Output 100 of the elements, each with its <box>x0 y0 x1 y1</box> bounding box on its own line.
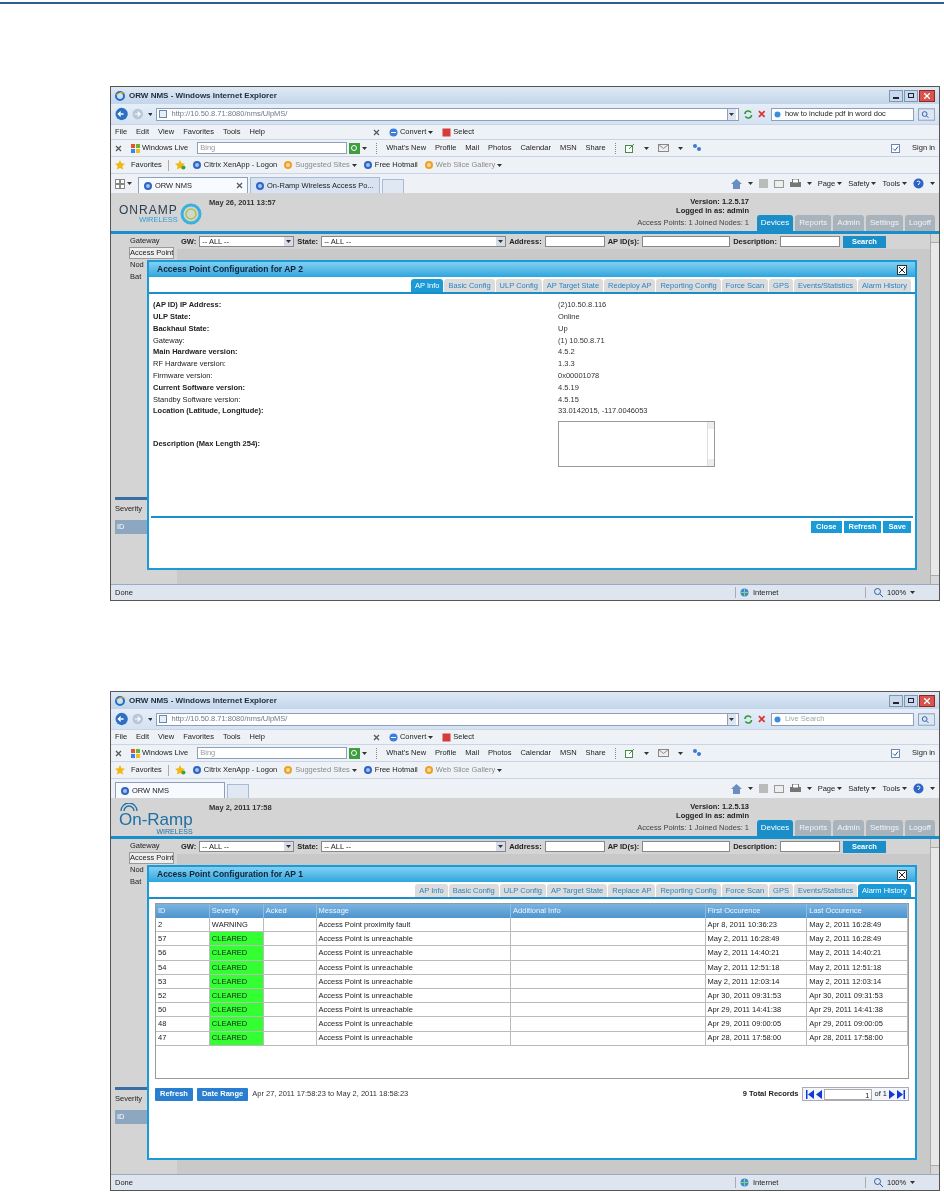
scrollbar[interactable] <box>930 234 939 584</box>
checkbox-icon[interactable] <box>891 748 901 758</box>
scrollbar[interactable] <box>930 839 939 1174</box>
search-icon[interactable] <box>349 142 361 154</box>
minimize-button[interactable] <box>889 694 903 707</box>
share-icon[interactable] <box>624 143 635 153</box>
dialog-title: Access Point Configuration for AP 1 <box>157 868 303 881</box>
caret-icon <box>127 182 132 185</box>
stop-icon[interactable] <box>757 109 767 119</box>
ie-icon <box>255 180 265 191</box>
mail-icon[interactable] <box>773 179 784 188</box>
ap-id-input[interactable] <box>642 236 731 247</box>
next-page-icon[interactable] <box>889 1089 895 1099</box>
globe-icon <box>740 588 749 597</box>
restore-button[interactable] <box>904 89 918 102</box>
search-provider-icon <box>773 715 781 723</box>
nav-tab[interactable]: Devices <box>756 215 794 231</box>
caret-icon <box>643 751 649 755</box>
first-page-icon[interactable] <box>806 1089 815 1099</box>
zoom-icon[interactable] <box>874 1178 883 1187</box>
ap-id-input[interactable] <box>642 841 731 852</box>
logo-text: On-Ramp <box>119 811 193 828</box>
description-input[interactable] <box>779 841 840 852</box>
close-icon <box>899 266 905 273</box>
address-input[interactable] <box>544 236 605 247</box>
caret-icon <box>498 845 504 848</box>
mail-icon[interactable] <box>657 144 669 152</box>
caret-icon <box>147 717 153 721</box>
caret-icon <box>930 182 935 185</box>
add-favorite-icon[interactable] <box>174 160 186 170</box>
mail-icon[interactable] <box>773 784 784 793</box>
select-icon <box>442 127 452 137</box>
caret-icon <box>871 787 877 790</box>
close-icon[interactable] <box>372 733 380 741</box>
printer-icon[interactable] <box>789 783 801 794</box>
caret-icon <box>729 717 735 721</box>
description-input[interactable] <box>779 236 840 247</box>
search-provider-icon <box>773 110 781 118</box>
close-icon[interactable] <box>236 182 243 189</box>
printer-icon[interactable] <box>789 178 801 189</box>
stop-icon[interactable] <box>757 714 767 724</box>
page-icon <box>191 160 202 170</box>
caret-icon <box>677 146 683 150</box>
restore-button[interactable] <box>904 694 918 707</box>
back-icon[interactable] <box>115 712 129 726</box>
caret-icon <box>677 751 683 755</box>
quick-tabs-icon[interactable] <box>115 178 125 189</box>
search-icon[interactable] <box>349 747 361 759</box>
windows-flag-icon <box>131 143 140 153</box>
caret-icon <box>902 182 907 185</box>
window-title: ORW NMS - Windows Internet Explorer <box>129 694 277 707</box>
description-textarea[interactable] <box>558 420 715 467</box>
page-icon <box>283 160 294 170</box>
close-icon <box>899 871 905 878</box>
caret-icon <box>747 787 753 790</box>
refresh-icon[interactable] <box>742 713 754 725</box>
caret-icon <box>837 787 843 790</box>
close-button[interactable] <box>897 869 907 880</box>
ie-icon <box>115 695 125 706</box>
address-input[interactable] <box>544 841 605 852</box>
refresh-icon[interactable] <box>742 108 754 120</box>
share-icon[interactable] <box>624 748 635 758</box>
nav-tab[interactable]: Devices <box>756 820 794 836</box>
close-button[interactable] <box>897 264 907 275</box>
signal-waves-icon <box>119 803 139 811</box>
close-button[interactable] <box>919 694 935 707</box>
close-icon <box>924 92 930 99</box>
page-icon <box>423 765 434 775</box>
caret-icon <box>286 845 292 848</box>
back-icon[interactable] <box>115 107 129 121</box>
people-icon[interactable] <box>691 748 702 758</box>
home-icon[interactable] <box>730 783 742 794</box>
mail-icon[interactable] <box>657 749 669 757</box>
last-page-icon[interactable] <box>897 1089 905 1099</box>
caret-icon <box>837 182 843 185</box>
help-icon[interactable] <box>913 783 924 794</box>
globe-icon <box>740 1178 749 1187</box>
select-icon <box>442 732 452 742</box>
caret-icon <box>643 146 649 150</box>
caret-icon <box>362 751 368 755</box>
logo-text: ONRAMP <box>119 204 178 217</box>
minimize-button[interactable] <box>889 89 903 102</box>
close-button[interactable] <box>919 89 935 102</box>
people-icon[interactable] <box>691 143 702 153</box>
dialog-title: Access Point Configuration for AP 2 <box>157 263 303 276</box>
close-icon[interactable] <box>372 128 380 136</box>
home-icon[interactable] <box>730 178 742 189</box>
caret-icon <box>747 182 753 185</box>
close-icon[interactable] <box>115 144 122 152</box>
search-icon[interactable] <box>917 712 935 726</box>
add-favorite-icon[interactable] <box>174 765 186 775</box>
close-icon[interactable] <box>115 749 122 757</box>
search-icon[interactable] <box>917 107 935 121</box>
page-icon <box>362 160 373 170</box>
zoom-icon[interactable] <box>874 588 883 597</box>
help-icon[interactable] <box>913 178 924 189</box>
windows-flag-icon <box>131 748 140 758</box>
checkbox-icon[interactable] <box>891 143 901 153</box>
caret-icon <box>428 735 434 739</box>
ie-icon <box>120 785 130 796</box>
